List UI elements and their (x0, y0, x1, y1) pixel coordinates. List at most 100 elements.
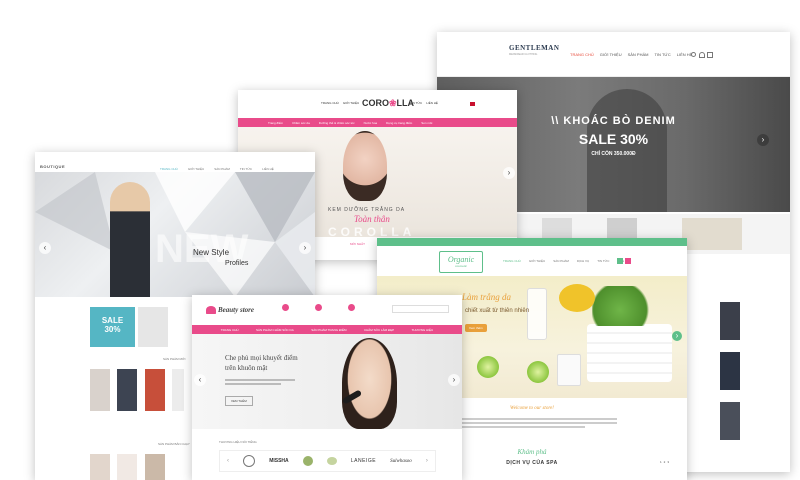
cart-icon[interactable] (625, 258, 631, 264)
gentleman-nav-contact[interactable]: LIÊN HỆ (677, 52, 693, 57)
boutique-nav: TRANG CHỦ GIỚI THIỆU SẢN PHẨM TIN TỨC LI… (160, 167, 274, 171)
product-thumb[interactable] (90, 454, 110, 480)
corolla-link-news[interactable]: TIN TỨC (410, 102, 422, 105)
boutique-nav-home[interactable]: TRANG CHỦ (160, 167, 178, 171)
search-icon[interactable] (617, 258, 623, 264)
tab-newest[interactable]: MỚI NHẤT (350, 242, 365, 246)
chevron-right-icon[interactable]: › (757, 134, 769, 146)
beauty-store-site-screenshot: Beauty store TRANG CHỦ SẢN PHẨM CHĂM SÓC… (192, 295, 462, 480)
hero-model-face (342, 338, 397, 429)
organic-nav-home[interactable]: TRANG CHỦ (503, 259, 521, 263)
brand-sulwhasoo[interactable]: Sulwhasoo (390, 459, 412, 464)
boutique-header: BOUTIQUE TRANG CHỦ GIỚI THIỆU SẢN PHẨM T… (35, 152, 315, 172)
hero-lime-2 (527, 361, 549, 383)
boutique-product-row-2 (90, 454, 185, 480)
chevron-right-icon[interactable]: › (426, 458, 428, 464)
page-link[interactable]: 2 (664, 460, 666, 464)
flag-icon[interactable] (470, 102, 475, 106)
boutique-nav-contact[interactable]: LIÊN HỆ (262, 167, 274, 171)
brand-logo-circle[interactable] (302, 456, 313, 466)
corolla-logo-left: CORO (362, 98, 389, 108)
beauty-logo[interactable]: Beauty store (218, 306, 254, 314)
boutique-hero-banner: NEW New Style Profiles ‹ › (35, 172, 315, 297)
brand-logo-circle[interactable] (243, 455, 256, 467)
gentleman-nav-products[interactable]: SẢN PHẨM (628, 52, 649, 57)
hero-bottle (527, 288, 547, 340)
product-thumb[interactable] (720, 302, 740, 340)
chevron-right-icon[interactable]: › (503, 167, 515, 179)
organic-nav-services[interactable]: DỊCH VỤ (577, 259, 589, 263)
product-thumb[interactable] (117, 454, 137, 480)
boutique-nav-products[interactable]: SẢN PHẨM (214, 167, 230, 171)
organic-header: Organic cosmetic TRANG CHỦ GIỚI THIỆU SẢ… (377, 246, 687, 277)
gentleman-nav-about[interactable]: GIỚI THIỆU (600, 52, 622, 57)
product-thumb[interactable] (145, 369, 165, 411)
product-thumb[interactable] (720, 402, 740, 440)
corolla-menu-item[interactable]: Dụng cụ trang điểm (386, 121, 412, 125)
beauty-hero-subtitle: trên khuôn mặt (225, 364, 268, 372)
corolla-logo[interactable]: CORO❀LLA (362, 98, 414, 109)
organic-nav-about[interactable]: GIỚI THIỆU (529, 259, 545, 263)
corolla-menu-item[interactable]: Nước hoa (364, 121, 377, 125)
corolla-header: TRANG CHỦ GIỚI THIỆU CORO❀LLA TIN TỨC LI… (238, 90, 517, 118)
product-thumb[interactable] (720, 352, 740, 390)
beauty-menu-item[interactable]: SẢN PHẨM TRANG ĐIỂM (311, 328, 346, 332)
beauty-menu-item[interactable]: CHĂM SÓC LÀM ĐẸP (364, 328, 394, 332)
corolla-menu-item[interactable]: Chăm sóc da (292, 121, 310, 125)
beauty-menu-item[interactable]: THƯƠNG HIỆU (412, 328, 434, 332)
corolla-link-about[interactable]: GIỚI THIỆU (343, 102, 359, 105)
corolla-top-links-right: TIN TỨC LIÊN HỆ (410, 102, 438, 105)
search-icon[interactable] (691, 52, 696, 57)
brand-logo-leaf[interactable] (326, 457, 337, 465)
organic-nav-news[interactable]: TIN TỨC (597, 259, 609, 263)
corolla-top-links: TRANG CHỦ GIỚI THIỆU (321, 102, 359, 105)
chevron-left-icon[interactable]: ‹ (39, 242, 51, 254)
boutique-section-hot: SẢN PHẨM BÁN CHẠY (158, 442, 190, 446)
boutique-section-new: SẢN PHẨM MỚI (163, 357, 186, 361)
beauty-menu-item[interactable]: SẢN PHẨM CHĂM SÓC DA (256, 328, 294, 332)
chevron-right-icon[interactable]: › (672, 331, 682, 341)
corolla-link-home[interactable]: TRANG CHỦ (321, 102, 339, 105)
organic-nav-products[interactable]: SẢN PHẨM (553, 259, 569, 263)
boutique-hero-line2: Profiles (225, 260, 249, 267)
organic-hero-subtitle: chiết xuất từ thiên nhiên (465, 308, 530, 314)
beauty-menu-item[interactable]: TRANG CHỦ (221, 328, 239, 332)
boutique-promo-thumb[interactable] (138, 307, 168, 347)
product-thumb[interactable] (90, 369, 110, 411)
organic-hero-button[interactable]: Xem thêm (465, 324, 487, 332)
organic-hero-title: Làm trắng da (462, 292, 512, 302)
gentleman-nav-home[interactable]: TRANG CHỦ (570, 52, 594, 57)
corolla-link-contact[interactable]: LIÊN HỆ (426, 102, 438, 105)
boutique-nav-about[interactable]: GIỚI THIỆU (188, 167, 204, 171)
organic-logo[interactable]: Organic cosmetic (439, 251, 483, 273)
chevron-right-icon[interactable]: › (299, 242, 311, 254)
gentleman-nav: TRANG CHỦ GIỚI THIỆU SẢN PHẨM TIN TỨC LI… (570, 52, 692, 57)
product-thumb[interactable] (145, 454, 165, 480)
product-thumb[interactable] (117, 369, 137, 411)
product-thumb[interactable] (682, 218, 742, 250)
gentleman-header: GENTLEMAN MENSWEAR CLOTHING TRANG CHỦ GI… (437, 32, 790, 77)
page-link[interactable]: 1 (660, 460, 662, 464)
corolla-menu-item[interactable]: Trang điểm (268, 121, 283, 125)
corolla-menu-item[interactable]: Son môi (421, 121, 432, 125)
boutique-nav-news[interactable]: TIN TỨC (240, 167, 252, 171)
user-icon[interactable] (699, 52, 705, 58)
search-input[interactable] (392, 305, 449, 313)
corolla-menu-item[interactable]: Dưỡng thể & chăm sóc tóc (319, 121, 355, 125)
brand-laneige[interactable]: LANEIGE (351, 458, 376, 464)
chevron-left-icon[interactable]: ‹ (227, 458, 229, 464)
brand-missha[interactable]: MISSHA (269, 458, 288, 464)
gentleman-logo[interactable]: GENTLEMAN MENSWEAR CLOTHING (509, 44, 559, 56)
chevron-left-icon[interactable]: ‹ (194, 374, 206, 386)
gentleman-nav-news[interactable]: TIN TỨC (655, 52, 671, 57)
boutique-sale-banner[interactable]: SALE 30% (90, 307, 135, 347)
boutique-logo[interactable]: BOUTIQUE (40, 164, 65, 169)
hero-sponge (559, 284, 595, 312)
product-thumb[interactable] (172, 369, 184, 411)
beauty-hero-button[interactable]: XEM THÊM (225, 396, 253, 406)
chevron-right-icon[interactable]: › (448, 374, 460, 386)
text-line (225, 379, 295, 381)
boutique-hero-line1: New Style (193, 248, 230, 257)
page-link[interactable]: 3 (667, 460, 669, 464)
cart-icon[interactable] (707, 52, 713, 58)
